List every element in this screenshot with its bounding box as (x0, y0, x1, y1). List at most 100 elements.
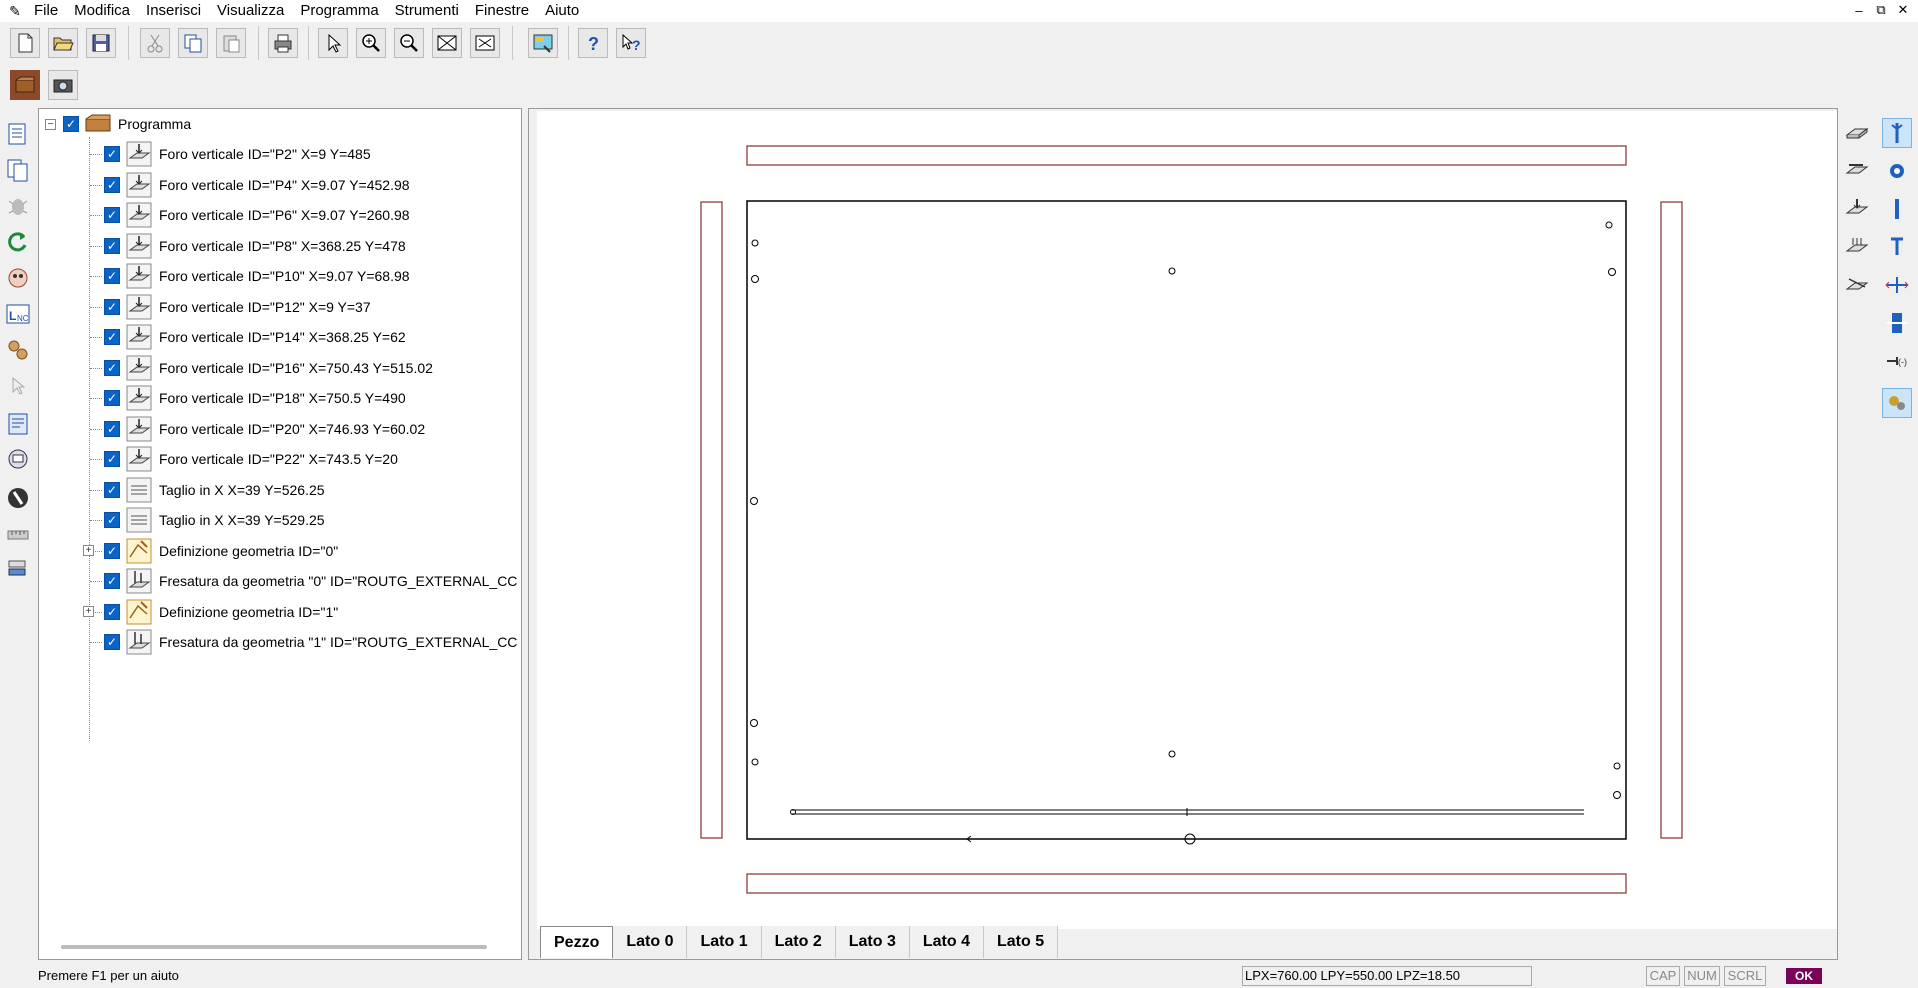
tree-expand-toggle[interactable]: + (83, 605, 94, 617)
tree-item[interactable]: ✓ Foro verticale ID="P20" X=746.93 Y=60.0… (104, 414, 425, 444)
tree-item-checkbox[interactable]: ✓ (104, 573, 120, 589)
left-tool-9[interactable] (4, 410, 32, 438)
tree-item[interactable]: ✓ Definizione geometria ID="0" (104, 536, 338, 566)
left-tool-8[interactable] (4, 372, 32, 400)
tree-item[interactable]: ✓ Foro verticale ID="P8" X=368.25 Y=478 (104, 231, 406, 261)
insert-multi-drill-button[interactable] (1842, 232, 1872, 262)
left-tool-lnc[interactable]: L NC (4, 300, 32, 328)
tree-item[interactable]: ✓ Foro verticale ID="P16" X=750.43 Y=515.… (104, 353, 433, 383)
menu-modifica[interactable]: Modifica (66, 1, 138, 21)
tree-item-checkbox[interactable]: ✓ (104, 359, 120, 376)
left-tool-2[interactable] (4, 156, 32, 184)
menu-finestre[interactable]: Finestre (467, 1, 537, 21)
tab-lato-4[interactable]: Lato 4 (909, 926, 984, 958)
left-tool-4[interactable] (4, 228, 32, 256)
tab-lato-5[interactable]: Lato 5 (983, 926, 1059, 958)
select-pointer-button[interactable] (318, 28, 348, 58)
tree-expand-toggle[interactable]: + (83, 544, 94, 556)
left-tool-7[interactable] (4, 336, 32, 364)
left-tool-3[interactable] (4, 192, 32, 220)
tree-root[interactable]: ✓ Programma (63, 109, 191, 139)
zoom-window-button[interactable] (432, 28, 462, 58)
tree-item[interactable]: ✓ Foro verticale ID="P14" X=368.25 Y=62 (104, 322, 406, 352)
tool-2-button[interactable] (1882, 156, 1912, 186)
cut-button[interactable] (140, 28, 170, 58)
tree-item[interactable]: ✓ Foro verticale ID="P22" X=743.5 Y=20 (104, 444, 398, 474)
tool-3-button[interactable] (1882, 194, 1912, 224)
tool-8-button[interactable] (1882, 388, 1912, 418)
zoom-out-button[interactable] (394, 28, 424, 58)
tool-1-button[interactable] (1882, 118, 1912, 148)
left-tool-5[interactable] (4, 264, 32, 292)
insert-edge-button[interactable] (1842, 156, 1872, 186)
left-tool-10[interactable] (4, 446, 32, 474)
tree-item[interactable]: ✓ Definizione geometria ID="1" (104, 597, 338, 627)
tree-root-checkbox[interactable]: ✓ (63, 116, 79, 132)
camera-tool-button[interactable] (48, 70, 78, 100)
tree-item-checkbox[interactable]: ✓ (104, 481, 120, 498)
menu-strumenti[interactable]: Strumenti (387, 1, 467, 21)
tree-item[interactable]: ✓ Foro verticale ID="P4" X=9.07 Y=452.98 (104, 170, 410, 200)
help-button[interactable]: ? (578, 28, 608, 58)
tool-7-button[interactable]: (-) (1882, 346, 1912, 376)
app-icon[interactable]: ✎ (4, 2, 26, 20)
tree-item-checkbox[interactable]: ✓ (104, 634, 120, 650)
minimize-button[interactable]: – (1848, 0, 1870, 20)
tree-item-checkbox[interactable]: ✓ (104, 146, 120, 162)
tree-item-checkbox[interactable]: ✓ (104, 512, 120, 528)
tab-lato-1[interactable]: Lato 1 (687, 926, 762, 958)
left-tool-12[interactable] (4, 520, 32, 548)
tree-horizontal-scrollbar[interactable] (61, 945, 487, 949)
context-help-button[interactable]: ? (616, 28, 646, 58)
tree-item[interactable]: ✓ Foro verticale ID="P10" X=9.07 Y=68.98 (104, 261, 410, 291)
tree-item-checkbox[interactable]: ✓ (104, 603, 120, 620)
tab-lato-3[interactable]: Lato 3 (835, 926, 910, 958)
close-button[interactable]: ✕ (1892, 0, 1914, 20)
tab-pezzo[interactable]: Pezzo (540, 926, 614, 958)
tree-item-checkbox[interactable]: ✓ (104, 329, 120, 345)
tree-item-checkbox[interactable]: ✓ (104, 542, 120, 559)
insert-panel-button[interactable] (1842, 118, 1872, 148)
tree-item-checkbox[interactable]: ✓ (104, 451, 120, 467)
insert-cut-button[interactable] (1842, 270, 1872, 300)
tree-item[interactable]: ✓ Taglio in X X=39 Y=526.25 (104, 475, 325, 505)
tree-item[interactable]: ✓ Foro verticale ID="P6" X=9.07 Y=260.98 (104, 200, 410, 230)
tool-5-button[interactable] (1882, 270, 1912, 300)
save-button[interactable] (86, 28, 116, 58)
new-file-button[interactable] (10, 28, 40, 58)
tree-item[interactable]: ✓ Fresatura da geometria "0" ID="ROUTG_EX… (104, 566, 517, 596)
tree-item[interactable]: ✓ Foro verticale ID="P18" X=750.5 Y=490 (104, 383, 406, 413)
menu-file[interactable]: File (26, 1, 66, 21)
tool-6-button[interactable] (1882, 308, 1912, 338)
tree-item-checkbox[interactable]: ✓ (104, 176, 120, 193)
open-file-button[interactable] (48, 28, 78, 58)
left-tool-1[interactable] (4, 120, 32, 148)
tree-item-checkbox[interactable]: ✓ (104, 420, 120, 437)
paste-button[interactable] (216, 28, 246, 58)
left-tool-11[interactable] (4, 484, 32, 512)
left-tool-13[interactable] (4, 556, 32, 584)
tree-item[interactable]: ✓ Foro verticale ID="P12" X=9 Y=37 (104, 292, 371, 322)
panel-tool-button[interactable] (10, 70, 40, 100)
menu-inserisci[interactable]: Inserisci (138, 1, 209, 21)
insert-drill-button[interactable] (1842, 194, 1872, 224)
tree-item-checkbox[interactable]: ✓ (104, 298, 120, 315)
menu-programma[interactable]: Programma (292, 1, 386, 21)
drawing-canvas[interactable] (537, 111, 1837, 929)
menu-visualizza[interactable]: Visualizza (209, 1, 292, 21)
tree-item-checkbox[interactable]: ✓ (104, 390, 120, 406)
restore-button[interactable]: ⧉ (1870, 0, 1892, 20)
print-button[interactable] (268, 28, 298, 58)
tree-item[interactable]: ✓ Foro verticale ID="P2" X=9 Y=485 (104, 139, 371, 169)
tree-item-checkbox[interactable]: ✓ (104, 268, 120, 284)
tab-lato-0[interactable]: Lato 0 (613, 926, 688, 958)
tree-item[interactable]: ✓ Taglio in X X=39 Y=529.25 (104, 505, 325, 535)
view-settings-button[interactable] (528, 28, 558, 58)
tool-4-button[interactable] (1882, 232, 1912, 262)
tree-item[interactable]: ✓ Fresatura da geometria "1" ID="ROUTG_EX… (104, 627, 517, 657)
tree-root-collapse[interactable]: − (45, 119, 56, 130)
tab-lato-2[interactable]: Lato 2 (761, 926, 836, 958)
copy-button[interactable] (178, 28, 208, 58)
menu-aiuto[interactable]: Aiuto (537, 1, 587, 21)
tree-item-checkbox[interactable]: ✓ (104, 207, 120, 223)
